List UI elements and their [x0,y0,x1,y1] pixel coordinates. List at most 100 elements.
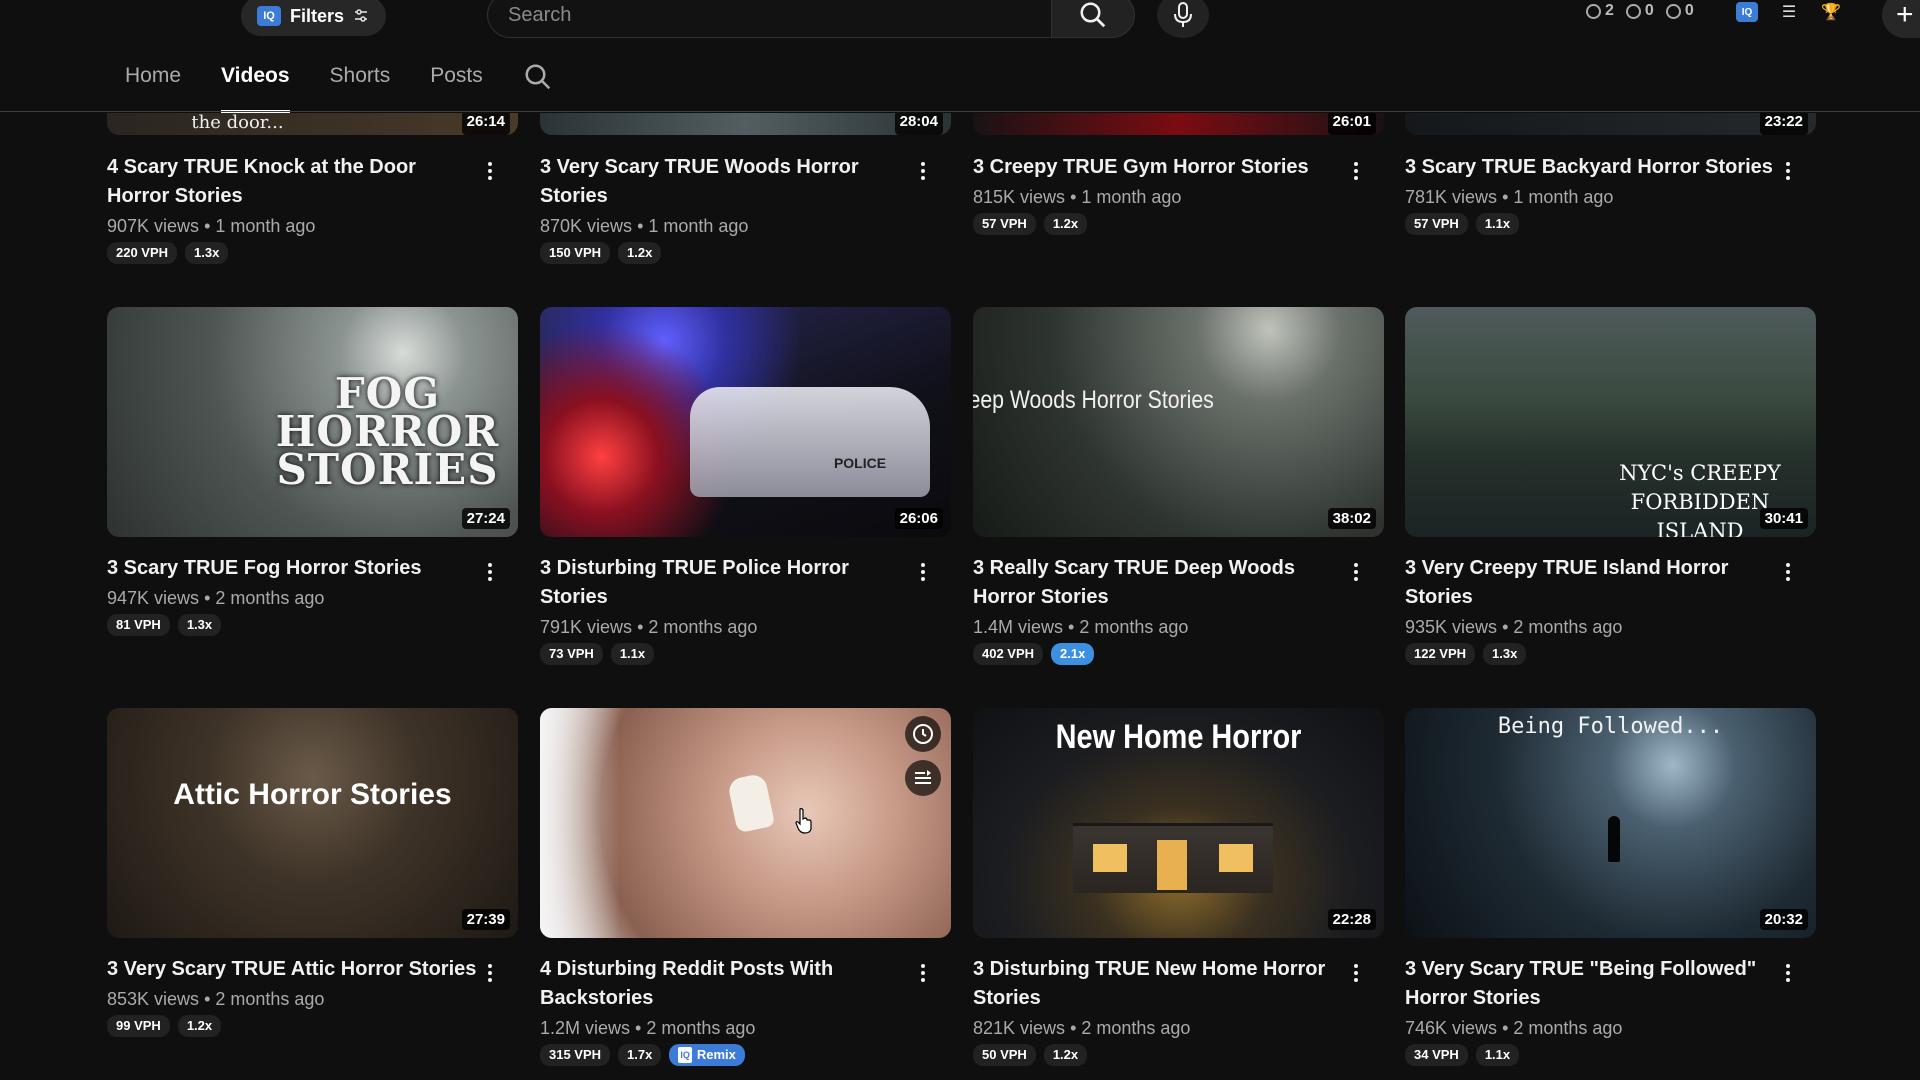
sliders-icon [355,9,368,22]
more-options-button[interactable] [913,157,933,185]
view-count: 815K views [973,187,1066,207]
vidiq-badges: 402 VPH 2.1x [973,643,1384,665]
vidiq-extension-icon[interactable]: IQ [1736,2,1758,22]
thumbnail-text: Attic Horror Stories [173,778,452,811]
vidiq-badges: 50 VPH 1.2x [973,1044,1384,1066]
video-duration: 26:01 [1327,113,1376,135]
video-stats: 907K views • 1 month ago [107,216,316,236]
tab-shorts[interactable]: Shorts [330,64,391,112]
video-thumbnail[interactable]: Being Followed... 20:32 [1405,708,1816,938]
menu-lines-icon[interactable]: ☰ [1778,2,1800,22]
more-options-button[interactable] [1778,157,1798,185]
more-options-button[interactable] [480,558,500,586]
vidiq-badges: 220 VPH 1.3x [107,242,518,264]
vidiq-logo-icon: IQ [257,6,281,26]
video-thumbnail[interactable]: NYC's CREEPY FORBIDDEN ISLAND 30:41 [1405,307,1816,537]
video-thumbnail[interactable]: the door... 26:14 [107,113,518,135]
microphone-icon [1174,2,1192,27]
multiplier-badge: 1.2x [1043,213,1088,235]
video-title[interactable]: 3 Scary TRUE Backyard Horror Stories [1405,153,1780,182]
extension-icons: IQ ☰ 🏆 [1736,2,1842,22]
video-title[interactable]: 3 Very Scary TRUE Woods Horror Stories [540,153,915,211]
remix-button[interactable]: IQ Remix [669,1044,745,1066]
remix-label: Remix [696,1047,736,1062]
multiplier-badge: 1.3x [1483,643,1527,665]
view-count: 870K views [540,216,633,236]
vph-badge: 57 VPH [1405,213,1468,235]
voice-search-button[interactable] [1157,0,1209,38]
vph-badge: 315 VPH [540,1044,611,1066]
upload-age: 1 month ago [215,216,316,236]
video-thumbnail[interactable]: Attic Horror Stories 27:39 [107,708,518,938]
video-thumbnail[interactable]: POLICE 26:06 [540,307,951,537]
more-options-button[interactable] [913,558,933,586]
silhouette-shape [1608,816,1620,862]
video-title[interactable]: 3 Disturbing TRUE Police Horror Stories [540,554,915,612]
video-title[interactable]: 4 Scary TRUE Knock at the Door Horror St… [107,153,482,211]
view-count: 781K views [1405,187,1498,207]
vidiq-badges: 73 VPH 1.1x [540,643,951,665]
video-title[interactable]: 3 Very Creepy TRUE Island Horror Stories [1405,554,1780,612]
thumbnail-light-edge [540,708,620,938]
search-input[interactable] [508,3,1052,27]
video-thumbnail[interactable]: New Home Horror 22:28 [973,708,1384,938]
video-thumbnail[interactable]: FOG HORROR STORIES 27:24 [107,307,518,537]
mouse-cursor-icon [795,808,812,834]
stat-item: 0 [1665,2,1694,20]
video-title[interactable]: 3 Disturbing TRUE New Home Horror Storie… [973,955,1348,1013]
video-thumbnail[interactable] [540,708,951,938]
add-to-queue-button[interactable] [905,760,941,796]
create-button[interactable]: + [1882,0,1920,38]
vidiq-badges: 315 VPH 1.7x IQ Remix [540,1044,951,1066]
tab-home[interactable]: Home [125,64,181,112]
more-options-button[interactable] [1778,558,1798,586]
multiplier-badge: 1.3x [185,242,229,264]
stat-value: 0 [1644,2,1654,19]
video-meta: 3 Scary TRUE Fog Horror Stories 947K vie… [107,554,518,636]
view-count: 746K views [1405,1018,1498,1038]
video-title[interactable]: 3 Creepy TRUE Gym Horror Stories [973,153,1348,182]
more-options-button[interactable] [1346,157,1366,185]
video-title[interactable]: 3 Very Scary TRUE "Being Followed" Horro… [1405,955,1780,1013]
watch-later-button[interactable] [905,716,941,752]
video-meta: 3 Disturbing TRUE New Home Horror Storie… [973,955,1384,1066]
upload-age: 2 months ago [646,1018,756,1038]
video-stats: 791K views • 2 months ago [540,617,758,637]
more-options-button[interactable] [1346,959,1366,987]
video-duration: 22:28 [1327,909,1376,930]
video-title[interactable]: 3 Scary TRUE Fog Horror Stories [107,554,482,583]
vidiq-badges: 57 VPH 1.1x [1405,213,1816,235]
stat-value: 0 [1684,2,1694,19]
more-options-button[interactable] [1346,558,1366,586]
multiplier-badge: 1.1x [610,643,655,665]
video-thumbnail[interactable]: Deep Woods Horror Stories 38:02 [973,307,1384,537]
video-stats: 947K views • 2 months ago [107,588,325,608]
video-thumbnail[interactable]: 28:04 [540,113,951,135]
more-options-button[interactable] [913,959,933,987]
vidiq-badges: 99 VPH 1.2x [107,1015,518,1037]
search-button[interactable] [1051,0,1135,38]
more-options-button[interactable] [1778,959,1798,987]
video-meta: 3 Very Creepy TRUE Island Horror Stories… [1405,554,1816,665]
filters-button[interactable]: IQ Filters [241,0,386,36]
video-meta: 3 Very Scary TRUE "Being Followed" Horro… [1405,955,1816,1066]
video-thumbnail[interactable]: 26:01 [973,113,1384,135]
video-stats: 821K views • 2 months ago [973,1018,1191,1038]
video-duration: 30:41 [1759,508,1808,529]
channel-search-icon[interactable] [523,62,553,92]
tab-videos[interactable]: Videos [221,64,291,113]
video-title[interactable]: 4 Disturbing Reddit Posts With Backstori… [540,955,915,1013]
multiplier-badge: 1.3x [177,614,222,636]
video-stats: 853K views • 2 months ago [107,989,325,1009]
more-options-button[interactable] [480,959,500,987]
thumbnail-text: New Home Horror [1055,718,1302,756]
video-title[interactable]: 3 Really Scary TRUE Deep Woods Horror St… [973,554,1348,612]
more-options-button[interactable] [480,157,500,185]
tab-posts[interactable]: Posts [430,64,483,112]
video-meta: 3 Really Scary TRUE Deep Woods Horror St… [973,554,1384,665]
search-field[interactable] [487,0,1052,38]
view-count: 1.2M views [540,1018,631,1038]
video-thumbnail[interactable]: 23:22 [1405,113,1816,135]
trophy-icon[interactable]: 🏆 [1820,2,1842,22]
video-title[interactable]: 3 Very Scary TRUE Attic Horror Stories [107,955,482,984]
